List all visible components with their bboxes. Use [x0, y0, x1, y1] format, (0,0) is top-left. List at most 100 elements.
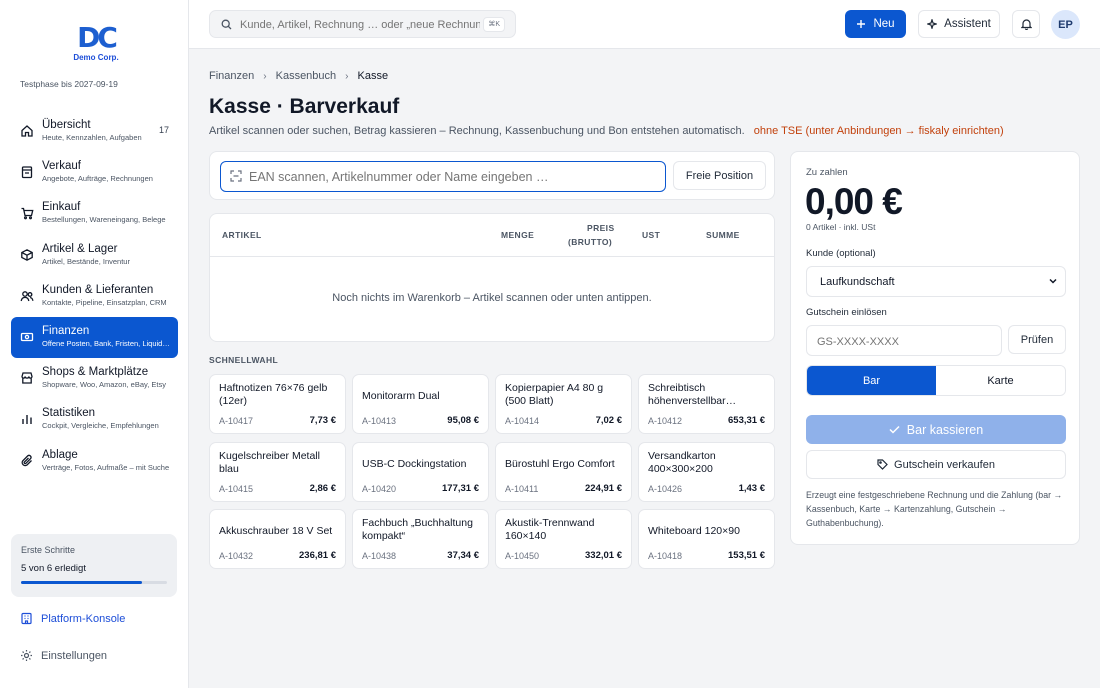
quick-item-sku: A-10432: [219, 551, 254, 561]
breadcrumb-item-current: Kasse: [357, 70, 389, 82]
sidebar-item-subtitle: Shopware, Woo, Amazon, eBay, Etsy: [42, 380, 166, 390]
scan-input[interactable]: [249, 168, 649, 185]
sidebar-item-overview[interactable]: Übersicht Heute, Kennzahlen, Aufgaben 17: [11, 111, 178, 152]
steps-progress-fill: [21, 581, 143, 584]
company-logo[interactable]: DC Demo Corp.: [70, 21, 122, 63]
logo-mark: DC: [77, 21, 118, 54]
onboarding-steps[interactable]: Erste Schritte 5 von 6 erledigt: [11, 534, 177, 597]
quick-item-sku: A-10411: [505, 483, 539, 494]
quick-item-name: Kugelschreiber Metall blau: [219, 449, 320, 475]
amount-due: 0,00 €: [805, 181, 903, 222]
sidebar-item-title: Übersicht: [42, 119, 91, 131]
settings-label: Einstellungen: [41, 649, 108, 662]
voucher-field[interactable]: [806, 325, 1002, 356]
sidebar-item-subtitle: Offene Posten, Bank, Fristen, Liquidität: [42, 338, 170, 348]
quick-item-tile[interactable]: Versandkarton 400×300×200 A-10426 1,43 €: [638, 441, 775, 502]
quick-item-name: Schreibtisch höhenverstellbar…: [648, 382, 737, 407]
quick-item-tile[interactable]: Monitorarm Dual A-10413 95,08 €: [352, 374, 489, 434]
quick-item-price: 332,01 €: [585, 550, 622, 561]
user-avatar[interactable]: EP: [1051, 10, 1080, 39]
page-title: Kasse · Barverkauf: [209, 95, 400, 118]
breadcrumb-item-finance[interactable]: Finanzen: [209, 70, 254, 82]
quick-item-tile[interactable]: Kugelschreiber Metall blau A-10415 2,86 €: [209, 441, 346, 502]
assistant-button-label: Assistent: [944, 18, 991, 30]
sidebar-item-subtitle: Verträge, Fotos, Aufmaße – mit Suche: [42, 462, 170, 472]
count-badge: 17: [158, 125, 169, 135]
search-icon: [221, 19, 232, 30]
building-icon: [21, 612, 32, 625]
sidebar-item-sales[interactable]: Verkauf Angebote, Aufträge, Rechnungen: [11, 152, 178, 193]
sidebar-item-shops[interactable]: Shops & Marktplätze Shopware, Woo, Amazo…: [11, 358, 178, 399]
payment-method-cash[interactable]: Bar: [807, 366, 936, 395]
quick-item-tile[interactable]: Akkuschrauber 18 V Set A-10432 236,81 €: [209, 509, 346, 569]
quick-item-tile[interactable]: Haftnotizen 76×76 gelb (12er) A-10417 7,73…: [209, 374, 346, 434]
assistant-button[interactable]: Assistent: [918, 10, 1000, 38]
quick-item-price: 236,81 €: [299, 550, 336, 561]
quick-item-tile[interactable]: USB-C Dockingstation A-10420 177,31 €: [352, 441, 489, 502]
quick-item-tile[interactable]: Fachbuch „Buchhaltung kompakt“ A-10438 37,…: [352, 509, 489, 569]
quick-item-name: Akustik-Trennwand 160×140: [505, 517, 595, 542]
main-nav: Übersicht Heute, Kennzahlen, Aufgaben 17…: [11, 111, 178, 482]
settings-link[interactable]: Einstellungen: [20, 649, 107, 662]
scan-field[interactable]: [220, 161, 666, 192]
checkout-cash-button[interactable]: Bar kassieren: [806, 415, 1066, 444]
customer-select[interactable]: Laufkundschaft: [806, 266, 1066, 297]
steps-count: 5 von 6 erledigt: [21, 563, 86, 574]
cart-table-header: ARTIKEL MENGE PREIS (BRUTTO) UST SUMME: [210, 214, 774, 257]
amount-due-label: Zu zahlen: [806, 167, 848, 178]
sidebar-item-title: Verkauf: [42, 160, 81, 173]
chevron-right-icon: ›: [263, 70, 267, 82]
sidebar-item-finance[interactable]: Finanzen Offene Posten, Bank, Fristen, L…: [11, 316, 178, 359]
sidebar-item-subtitle: Kontakte, Pipeline, Einsatzplan, CRM: [42, 297, 167, 307]
breadcrumb-item-cashbook[interactable]: Kassenbuch: [276, 70, 337, 82]
voucher-input[interactable]: [817, 333, 987, 350]
column-article: ARTIKEL: [222, 230, 262, 240]
payment-method-card[interactable]: Karte: [936, 366, 1065, 395]
topbar: ⌘K Neu Assistent EP: [189, 0, 1100, 49]
quick-item-tile[interactable]: Whiteboard 120×90 A-10418 153,51 €: [638, 509, 775, 569]
search-input[interactable]: [240, 16, 480, 33]
sidebar-item-statistics[interactable]: Statistiken Cockpit, Vergleiche, Empfehl…: [11, 399, 178, 440]
check-voucher-button[interactable]: Prüfen: [1008, 325, 1066, 354]
quick-item-tile[interactable]: Akustik-Trennwand 160×140 A-10450 332,01 €: [495, 509, 632, 569]
sidebar-item-articles[interactable]: Artikel & Lager Artikel, Bestände, Inven…: [11, 235, 178, 276]
quick-item-price: 224,91 €: [585, 482, 622, 494]
quick-item-price: 7,02 €: [595, 415, 622, 426]
cash-icon: [20, 332, 34, 342]
sidebar-item-title: Statistiken: [42, 407, 96, 420]
payment-method-toggle: Bar Karte: [806, 365, 1066, 396]
invoice-icon: [21, 166, 33, 179]
scan-card: Freie Position: [209, 151, 775, 200]
quick-item-sku: A-10412: [648, 416, 683, 426]
sell-voucher-button[interactable]: Gutschein verkaufen: [806, 450, 1066, 479]
cart-icon: [21, 208, 34, 220]
quick-item-tile[interactable]: Kopierpapier A4 80 g (500 Blatt) A-10414 7…: [495, 374, 632, 434]
global-search[interactable]: ⌘K: [209, 10, 516, 38]
home-icon: [21, 125, 33, 137]
free-position-button[interactable]: Freie Position: [673, 161, 766, 190]
platform-console-link[interactable]: Platform-Konsole: [20, 612, 125, 625]
quick-item-tile[interactable]: Bürostuhl Ergo Comfort A-10411 224,91 €: [495, 441, 632, 502]
chevron-right-icon: ›: [345, 70, 349, 82]
logo-text: Demo Corp.: [73, 53, 119, 62]
sidebar-item-contacts[interactable]: Kunden & Lieferanten Kontakte, Pipeline,…: [11, 276, 178, 317]
tse-warning-link[interactable]: ohne TSE (unter Anbindungen → fiskaly ei…: [754, 125, 1004, 137]
breadcrumb: Finanzen › Kassenbuch › Kasse: [209, 70, 388, 82]
tag-icon: [877, 459, 888, 470]
new-button[interactable]: Neu: [845, 10, 906, 38]
sidebar-item-purchasing[interactable]: Einkauf Bestellungen, Wareneingang, Bele…: [11, 193, 178, 234]
quick-item-tile[interactable]: Schreibtisch höhenverstellbar… A-10412 653…: [638, 374, 775, 434]
quick-item-price: 7,73 €: [309, 415, 336, 426]
customer-select-value: Laufkundschaft: [820, 276, 895, 288]
sidebar: DC Demo Corp. Testphase bis 2027-09-19 Ü…: [0, 0, 189, 688]
quick-item-name: Fachbuch „Buchhaltung kompakt“: [362, 517, 473, 542]
check-icon: [889, 425, 900, 434]
stats-icon: [22, 415, 32, 425]
column-price-gross: (BRUTTO): [568, 237, 613, 247]
quick-item-price: 2,86 €: [309, 482, 336, 494]
notifications-button[interactable]: [1012, 10, 1040, 38]
sidebar-item-archive[interactable]: Ablage Verträge, Fotos, Aufmaße – mit Su…: [11, 441, 178, 482]
platform-console-label: Platform-Konsole: [41, 612, 126, 625]
new-button-label: Neu: [873, 18, 895, 30]
shop-icon: [21, 372, 33, 384]
